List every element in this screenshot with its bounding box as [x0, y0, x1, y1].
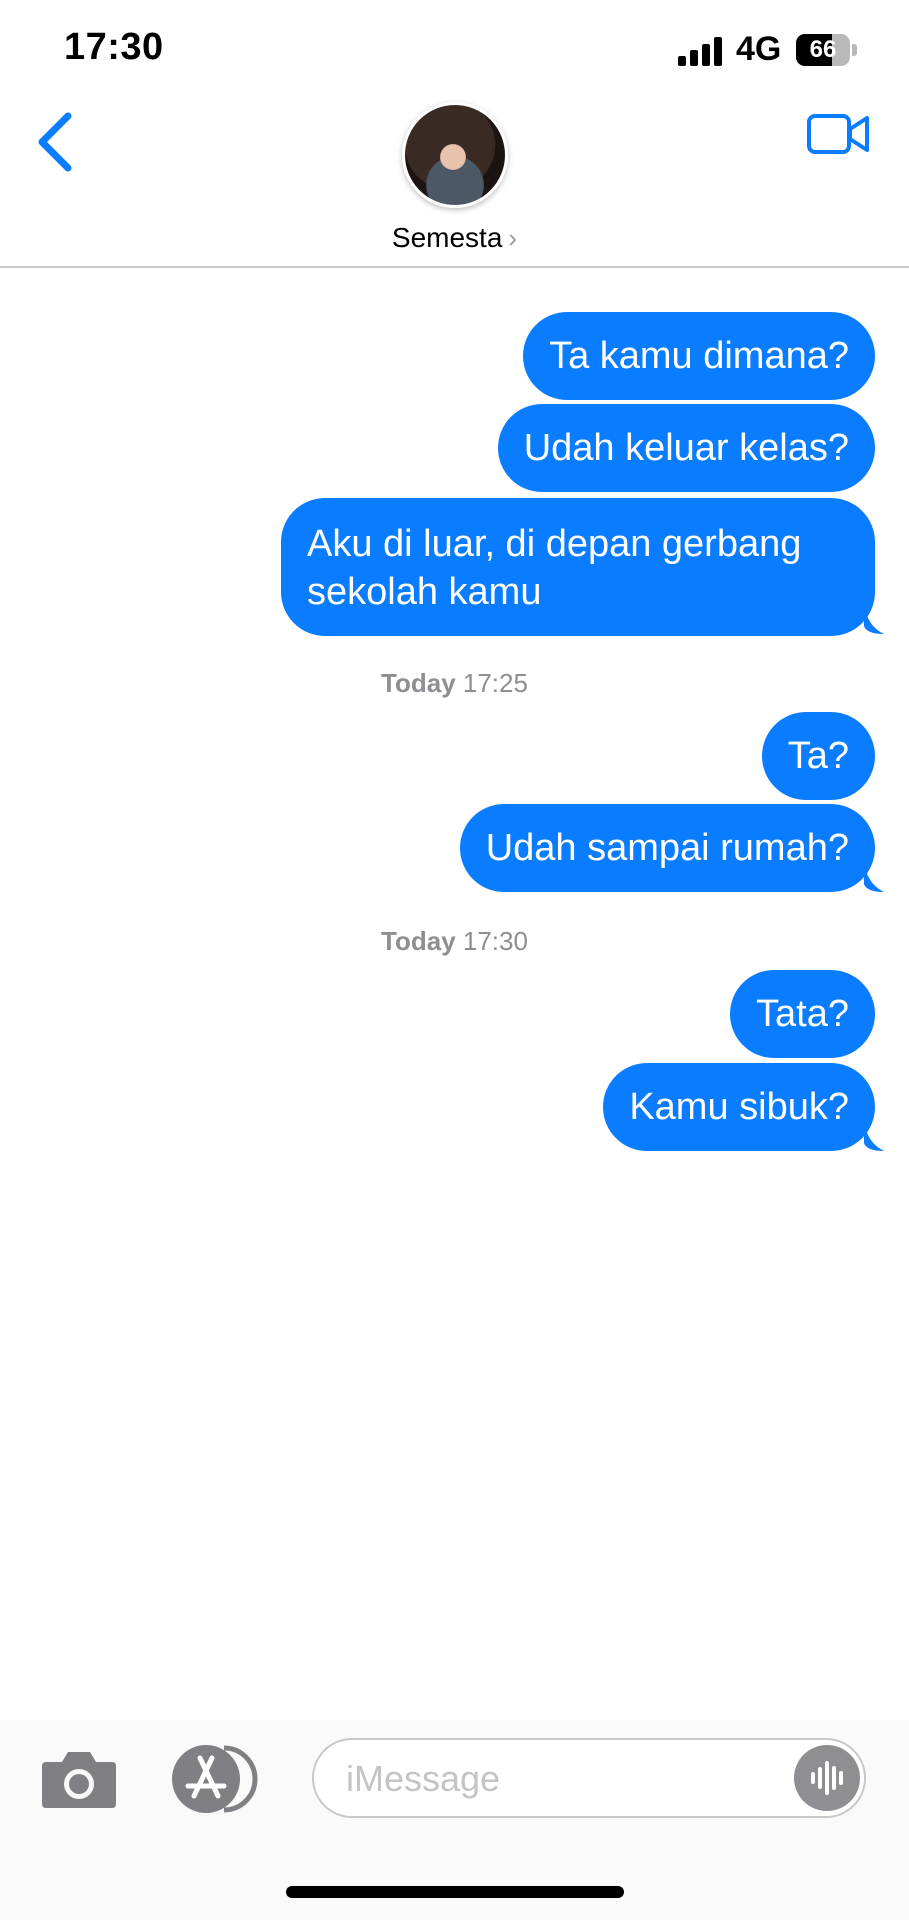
- bubble-tail: [864, 862, 884, 892]
- avatar[interactable]: [402, 102, 508, 208]
- timestamp: Today 17:30: [381, 926, 528, 956]
- app-store-icon[interactable]: [170, 1744, 262, 1814]
- bubble-tail: [864, 1121, 884, 1151]
- timestamp: Today 17:25: [381, 668, 528, 698]
- back-chevron-icon[interactable]: [36, 112, 76, 172]
- home-indicator[interactable]: [286, 1886, 624, 1898]
- contact-name-button[interactable]: Semesta ›: [0, 222, 909, 254]
- message-bubble[interactable]: Ta kamu dimana?: [523, 312, 875, 400]
- message-bubble[interactable]: Aku di luar, di depan gerbang sekolah ka…: [281, 498, 875, 636]
- message-bubble[interactable]: Kamu sibuk?: [603, 1063, 875, 1151]
- message-input[interactable]: [344, 1740, 778, 1818]
- camera-icon[interactable]: [40, 1748, 118, 1810]
- video-call-icon[interactable]: [806, 112, 870, 156]
- message-bubble[interactable]: Tata?: [730, 970, 875, 1058]
- chevron-right-icon: ›: [508, 223, 518, 253]
- audio-waveform-icon[interactable]: [794, 1745, 860, 1811]
- contact-name: Semesta: [391, 222, 503, 253]
- bubble-tail: [864, 604, 884, 634]
- message-bubble[interactable]: Ta?: [761, 712, 875, 800]
- message-bubble[interactable]: Udah keluar kelas?: [497, 404, 875, 492]
- conversation-header: Semesta ›: [0, 0, 909, 268]
- message-input-container: [312, 1738, 866, 1818]
- message-bubble[interactable]: Udah sampai rumah?: [459, 804, 875, 892]
